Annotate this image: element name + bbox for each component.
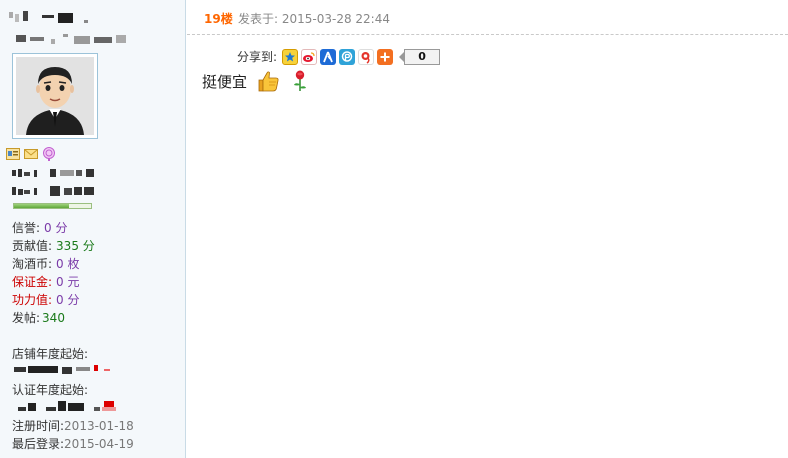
- thumbs-up-icon: [258, 71, 279, 92]
- stat-deposit: 保证金: 0 元: [12, 275, 80, 289]
- share-label: 分享到:: [237, 50, 278, 64]
- pengyou-icon[interactable]: [339, 48, 356, 65]
- share-bar: 分享到: 0: [237, 48, 441, 65]
- cert-year-label: 认证年度起始:: [12, 383, 89, 397]
- user-group-redacted: [12, 167, 102, 179]
- profile-card-icon[interactable]: [6, 147, 20, 161]
- follow-icon[interactable]: [42, 147, 56, 161]
- level-progress-bar: [13, 203, 92, 209]
- stat-contribution: 贡献值: 335 分: [12, 239, 95, 253]
- user-sidebar: 信誉: 0 分 贡献值: 335 分 淘酒币: 0 枚 保证金: 0 元 功力值: 0 分…: [0, 0, 186, 458]
- more-share-icon[interactable]: [377, 48, 394, 65]
- avatar-icon: [16, 57, 94, 135]
- kaixin-icon[interactable]: [358, 48, 375, 65]
- message-icon[interactable]: [24, 147, 38, 161]
- stat-power: 功力值: 0 分: [12, 293, 80, 307]
- stat-posts: 发帖: 340: [12, 311, 65, 325]
- post-timestamp: 发表于: 2015-03-28 22:44: [238, 12, 390, 26]
- share-count-bubble[interactable]: 0: [399, 48, 441, 65]
- registered-at: 注册时间:2013-01-18: [12, 419, 134, 433]
- user-title-redacted: [16, 33, 128, 45]
- rose-icon: [294, 70, 307, 91]
- last-login: 最后登录:2015-04-19: [12, 437, 134, 451]
- avatar[interactable]: [12, 53, 98, 139]
- weibo-icon[interactable]: [301, 48, 318, 65]
- stat-coins: 淘酒币: 0 枚: [12, 257, 80, 271]
- post-body: 19楼 发表于: 2015-03-28 22:44 分享到: 0 挺便宜: [187, 0, 788, 458]
- shop-year-redacted: [14, 365, 124, 375]
- post-text: 挺便宜: [202, 73, 248, 91]
- cert-year-redacted: [18, 399, 128, 413]
- share-count: 0: [404, 48, 441, 65]
- shop-year-label: 店铺年度起始:: [12, 347, 89, 361]
- renren-icon[interactable]: [320, 48, 337, 65]
- stat-reputation: 信誉: 0 分: [12, 221, 68, 235]
- post-content: 挺便宜: [202, 70, 309, 92]
- user-level-redacted: [12, 185, 102, 197]
- qzone-icon[interactable]: [282, 48, 299, 65]
- floor-number[interactable]: 19楼: [204, 10, 233, 27]
- post-header: 19楼 发表于: 2015-03-28 22:44: [187, 0, 788, 35]
- username-redacted: [9, 9, 89, 23]
